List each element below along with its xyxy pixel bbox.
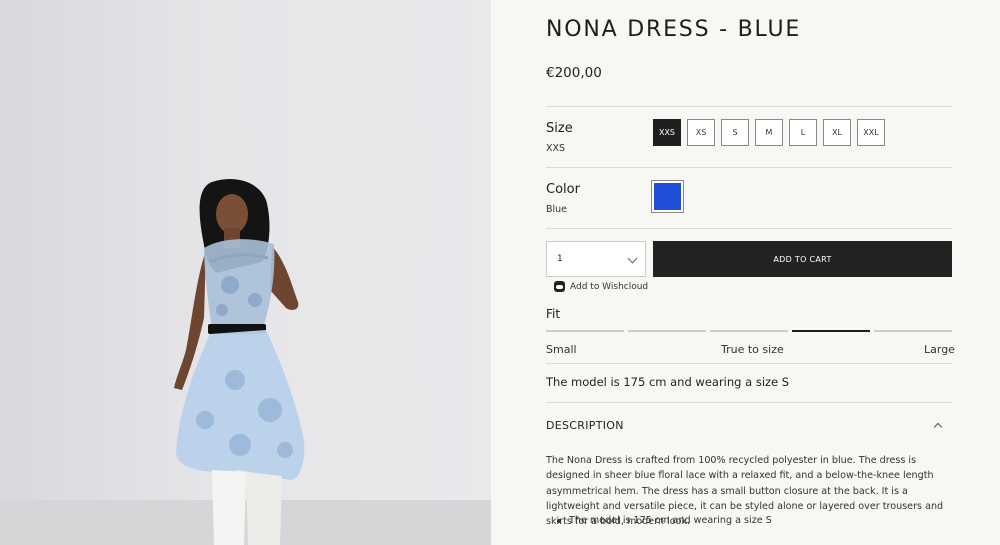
fit-label-small: Small — [546, 343, 577, 356]
color-swatch-fill — [654, 183, 681, 210]
fit-segment — [710, 330, 788, 332]
size-option-xl[interactable]: XL — [823, 119, 851, 146]
cloud-icon — [554, 281, 565, 292]
wishlist-label: Add to Wishcloud — [570, 281, 649, 292]
divider — [546, 363, 952, 364]
product-photo — [0, 0, 491, 545]
size-option-xxs[interactable]: XXS — [653, 119, 681, 146]
size-option-xs[interactable]: XS — [687, 119, 715, 146]
divider — [546, 106, 952, 107]
description-toggle[interactable]: DESCRIPTION — [546, 419, 624, 432]
size-selected-value: XXS — [546, 143, 566, 154]
chevron-down-icon — [627, 253, 638, 264]
size-option-xxl[interactable]: XXL — [857, 119, 885, 146]
description-bullet: The model is 175 cm and wearing a size S — [557, 515, 772, 526]
fit-segment-active — [792, 330, 870, 332]
size-options: XXS XS S M L XL XXL — [653, 119, 885, 146]
quantity-select[interactable]: 1 — [546, 241, 646, 277]
add-to-wishlist-link[interactable]: Add to Wishcloud — [554, 281, 648, 292]
fit-label: Fit — [546, 307, 561, 321]
size-label: Size — [546, 121, 573, 136]
description-bullet-text: The model is 175 cm and wearing a size S — [569, 515, 772, 526]
size-option-l[interactable]: L — [789, 119, 817, 146]
divider — [546, 167, 952, 168]
fit-segment — [628, 330, 706, 332]
color-selected-value: Blue — [546, 204, 568, 215]
chevron-up-icon[interactable] — [933, 422, 943, 432]
size-option-s[interactable]: S — [721, 119, 749, 146]
product-price: €200,00 — [546, 65, 602, 81]
fit-segment — [546, 330, 624, 332]
product-details-panel: NONA DRESS - BLUE €200,00 Size XXS XXS X… — [491, 0, 1000, 545]
add-to-cart-button[interactable]: ADD TO CART — [653, 241, 952, 277]
color-label: Color — [546, 182, 580, 197]
divider — [546, 228, 952, 229]
quantity-value: 1 — [557, 254, 563, 264]
model-illustration — [0, 179, 491, 545]
product-title: NONA DRESS - BLUE — [546, 17, 802, 42]
fit-scale — [546, 330, 952, 332]
fit-label-large: Large — [924, 343, 955, 356]
size-option-m[interactable]: M — [755, 119, 783, 146]
divider — [546, 402, 952, 403]
model-size-note: The model is 175 cm and wearing a size S — [546, 375, 790, 389]
color-swatch-blue[interactable] — [651, 180, 684, 213]
fit-label-true-to-size: True to size — [721, 343, 784, 356]
fit-segment — [874, 330, 952, 332]
